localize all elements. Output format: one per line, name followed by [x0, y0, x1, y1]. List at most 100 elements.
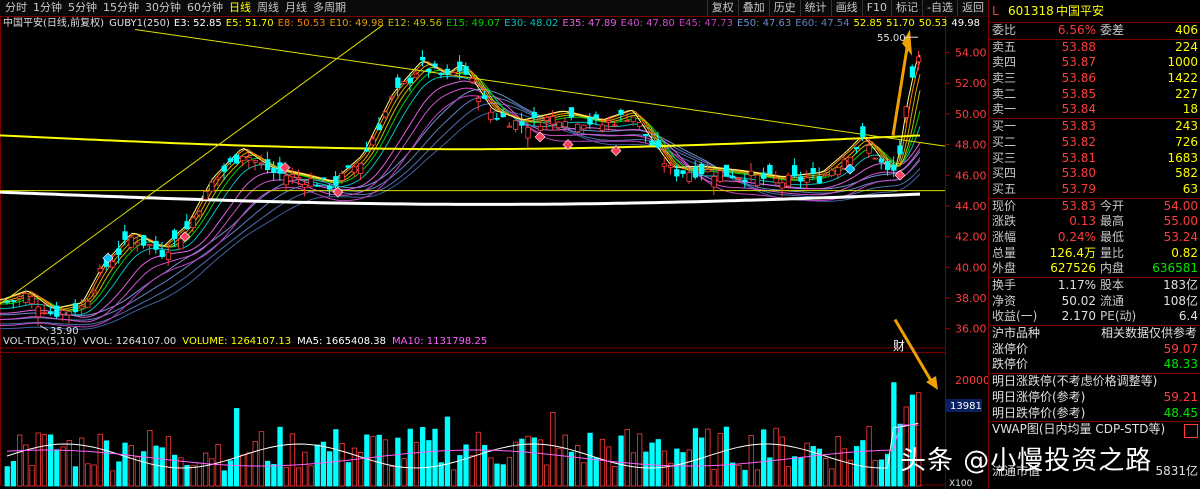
- candle-body: [178, 238, 184, 250]
- volume-bar: [730, 462, 736, 487]
- quote-stats: 现价 53.83 今开 54.00 涨跌 0.13 最高 55.00 涨幅 0.24% 最低 53.2…: [989, 197, 1200, 277]
- candle-body: [488, 111, 494, 120]
- volume-bar: [854, 446, 860, 487]
- volume-bar: [4, 466, 10, 487]
- candle-body: [568, 107, 575, 118]
- volume-bar: [798, 457, 804, 487]
- volume-bar: [184, 465, 190, 487]
- candle-body: [655, 140, 661, 148]
- volume-bar: [202, 452, 209, 487]
- candle-body: [860, 126, 866, 137]
- volume-bar: [401, 458, 407, 487]
- volume-bar: [878, 459, 885, 487]
- candle-body: [575, 123, 581, 133]
- candle-body: [519, 121, 525, 126]
- quote-row: 涨跌 0.13 最高 55.00: [992, 214, 1198, 229]
- volume-bar: [506, 457, 513, 487]
- volume-bar: [29, 465, 35, 487]
- volume-bar: [153, 445, 159, 487]
- volume-bar: [711, 469, 717, 487]
- period-tab-7[interactable]: 周线: [254, 0, 282, 16]
- period-tab-6[interactable]: 日线: [226, 0, 254, 16]
- indicator-header: 中国平安(日线,前复权) GUBY1(250) E3: 52.85 E5: 51.7…: [3, 16, 980, 29]
- period-tab-3[interactable]: 15分钟: [100, 0, 142, 16]
- toolbar-button-6[interactable]: 标记: [891, 0, 922, 16]
- candle-body: [140, 235, 147, 246]
- volume-bar: [680, 452, 686, 487]
- candle-body: [513, 120, 519, 130]
- volume-indicator-value: VOLUME: 1264107.13: [182, 336, 291, 347]
- indicator-value: E3: 52.85: [174, 18, 222, 29]
- toolbar-button-7[interactable]: -自选: [922, 0, 957, 16]
- volume-bar: [407, 428, 413, 487]
- candle-body: [804, 177, 810, 183]
- volume-bar: [792, 456, 798, 487]
- candle-body: [637, 122, 643, 127]
- volume-bar: [419, 427, 426, 487]
- bids-row: 买五 53.79 63: [992, 181, 1198, 196]
- candle-body: [544, 117, 550, 121]
- volume-bar: [829, 468, 835, 487]
- vwap-row[interactable]: VWAP图(日内均量 CDP-STD等): [989, 421, 1200, 438]
- period-toolbar: 分时 1分钟 5分钟 15分钟 30分钟 60分钟 日线 周线 月线 多周期 复权 叠加 历史 统计 画线…: [0, 0, 988, 17]
- period-tab-4[interactable]: 30分钟: [142, 0, 184, 16]
- volume-bar: [692, 428, 699, 487]
- candle-body: [289, 174, 296, 178]
- period-tab-0[interactable]: 分时: [2, 0, 30, 16]
- candle-body: [48, 311, 54, 314]
- candle-body: [72, 303, 79, 313]
- candle-body: [116, 248, 122, 255]
- bid-book: 买一 53.83 243 买二 53.82 726 买三 53.81 1683 买四 53.80 58…: [989, 118, 1200, 197]
- candle-body: [457, 61, 463, 72]
- toolbar-button-8[interactable]: 返回: [957, 0, 988, 16]
- candle-body: [438, 72, 444, 76]
- candle-body: [531, 111, 537, 119]
- period-tab-1[interactable]: 1分钟: [30, 0, 65, 16]
- volume-bar: [252, 441, 258, 487]
- toolbar-button-5[interactable]: F10: [861, 0, 891, 16]
- vwap-toggle-icon[interactable]: [1184, 424, 1198, 438]
- volume-bar: [674, 448, 680, 487]
- volume-bar: [233, 408, 240, 487]
- kline-chart[interactable]: 54.00 52.00 50.00 48.00 46.00 44.00 42.00 40.00…: [0, 16, 988, 489]
- candle-body: [537, 125, 544, 131]
- bids-row: 买一 53.83 243: [992, 119, 1198, 134]
- volume-bar: [171, 454, 178, 487]
- candle-body: [866, 145, 872, 154]
- period-tab-2[interactable]: 5分钟: [65, 0, 100, 16]
- toolbar-button-0[interactable]: 复权: [706, 0, 738, 16]
- candle-body: [699, 163, 705, 175]
- volume-bar: [364, 434, 370, 487]
- volume-bar: [599, 438, 606, 487]
- toolbar-button-1[interactable]: 叠加: [737, 0, 769, 16]
- volume-bar: [742, 469, 748, 487]
- period-tab-5[interactable]: 60分钟: [184, 0, 226, 16]
- candle-body: [730, 175, 736, 178]
- candle-body: [773, 177, 779, 184]
- period-tab-9[interactable]: 多周期: [310, 0, 349, 16]
- candle-body: [606, 120, 612, 123]
- candle-body: [16, 296, 23, 299]
- candle-body: [171, 230, 178, 239]
- volume-bar: [618, 435, 624, 487]
- volume-indicator-value: VVOL: 1264107.00: [82, 336, 176, 347]
- candle-body: [854, 147, 860, 149]
- toolbar-button-4[interactable]: 画线: [830, 0, 862, 16]
- volume-bar: [35, 432, 41, 487]
- candle-body: [897, 145, 903, 155]
- stock-header: L 601318 中国平安: [989, 0, 1200, 23]
- toolbar-button-3[interactable]: 统计: [799, 0, 831, 16]
- volume-bar: [258, 431, 265, 487]
- tomorrow-down-row: 明日跌停价(参考) 48.45: [992, 405, 1198, 420]
- candle-body: [10, 300, 17, 302]
- volume-bar: [624, 428, 630, 487]
- toolbar-button-2[interactable]: 历史: [768, 0, 800, 16]
- candle-body: [624, 120, 630, 122]
- volume-bar: [761, 429, 767, 487]
- volume-bar: [413, 441, 420, 487]
- indicator-value: E10: 49.98: [330, 18, 384, 29]
- volume-bar: [686, 449, 692, 487]
- candle-body: [593, 114, 599, 119]
- candle-body: [643, 134, 649, 136]
- period-tab-8[interactable]: 月线: [282, 0, 310, 16]
